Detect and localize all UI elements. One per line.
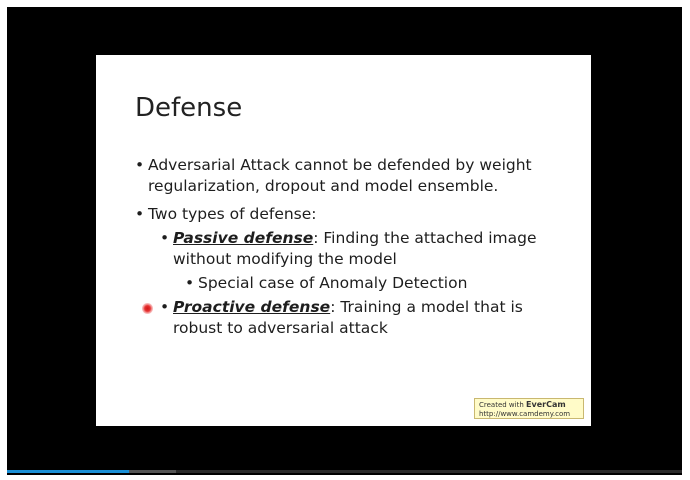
bullet-dot: • xyxy=(185,274,195,292)
bullet-two-types: • Two types of defense: xyxy=(135,204,558,225)
bullet-anomaly-detection: • Special case of Anomaly Detection xyxy=(185,273,558,294)
bullet-text: Special case of Anomaly Detection xyxy=(198,274,468,292)
slide-title: Defense xyxy=(135,93,243,123)
watermark-brand: EverCam xyxy=(526,400,566,409)
bullet-adversarial-attack: • Adversarial Attack cannot be defended … xyxy=(135,155,558,197)
watermark-url: http://www.camdemy.com xyxy=(479,410,571,418)
bullet-text: Two types of defense: xyxy=(148,205,317,223)
watermark-line-1: Created with EverCam xyxy=(479,400,579,410)
slide: Defense • Adversarial Attack cannot be d… xyxy=(96,55,591,426)
bullet-passive-defense: • Passive defense: Finding the attached … xyxy=(160,228,563,270)
progress-played xyxy=(7,470,129,473)
watermark-prefix: Created with xyxy=(479,401,527,409)
bullet-dot: • xyxy=(135,205,145,223)
laser-pointer-icon xyxy=(142,303,153,314)
bullet-dot: • xyxy=(135,156,145,174)
bullet-text: Adversarial Attack cannot be defended by… xyxy=(148,156,532,195)
bullet-dot: • xyxy=(160,298,170,316)
bullet-dot: • xyxy=(160,229,170,247)
bullet-proactive-defense: • Proactive defense: Training a model th… xyxy=(160,297,563,339)
video-progress-bar[interactable] xyxy=(7,470,682,473)
bullet-emphasis: Passive defense xyxy=(173,229,314,247)
bullet-emphasis: Proactive defense xyxy=(173,298,331,316)
evercam-watermark: Created with EverCam http://www.camdemy.… xyxy=(474,398,584,419)
